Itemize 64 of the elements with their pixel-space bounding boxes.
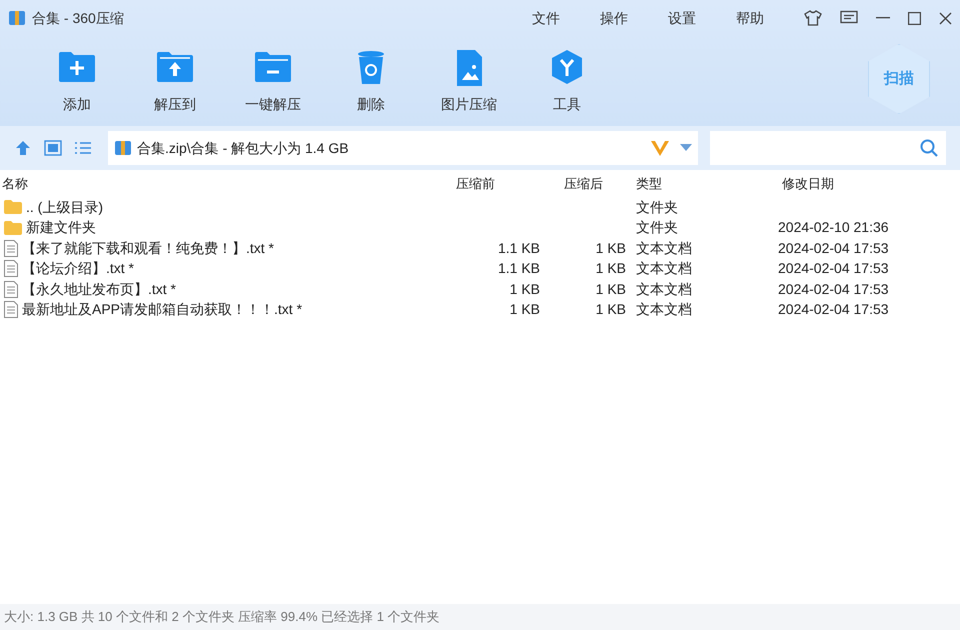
search-icon[interactable] [920, 139, 938, 157]
search-field[interactable] [710, 131, 946, 165]
table-cell-text: 2024-02-04 17:53 [777, 300, 890, 320]
status-bar: 大小: 1.3 GB 共 10 个文件和 2 个文件夹 压缩率 99.4% 已经选择 1 个文件夹 [0, 604, 960, 630]
table-cell-text: 1 KB [594, 300, 626, 320]
menu-item[interactable]: 帮助 [736, 8, 764, 28]
close-icon[interactable] [939, 12, 952, 24]
shirt-icon[interactable] [804, 10, 822, 26]
file-name[interactable]: 【永久地址发布页】.txt * [22, 278, 176, 300]
column-header[interactable]: 修改日期 [776, 174, 926, 194]
table-cell-text: 2024-02-04 17:53 [777, 280, 890, 299]
text-file-icon [4, 260, 18, 278]
table-cell-text: 1.1 KB [496, 259, 540, 278]
archive-icon [114, 139, 132, 157]
column-header[interactable]: 名称 [0, 174, 430, 194]
toolbar-button[interactable]: 一键解压 [224, 48, 322, 115]
file-name[interactable]: 【论坛介绍】.txt * [22, 258, 134, 280]
menu-item[interactable]: 操作 [600, 8, 628, 28]
minimize-icon[interactable] [876, 17, 890, 19]
file-name[interactable]: 最新地址及APP请发邮箱自动获取！！！.txt * [22, 299, 302, 320]
table-cell-text: 2024-02-04 17:53 [777, 238, 890, 258]
dropdown-caret-icon[interactable] [680, 144, 692, 152]
table-cell-text: 2024-02-10 21:36 [777, 218, 890, 238]
table-cell-text: 文本文档 [635, 238, 693, 258]
table-cell-text: 2024-02-04 17:53 [777, 259, 890, 278]
table-cell-text: 1 KB [594, 238, 626, 258]
toolbar-button[interactable]: 图片压缩 [420, 48, 518, 115]
v-logo-icon[interactable] [650, 139, 670, 157]
table-cell-text: 文本文档 [635, 300, 693, 320]
up-arrow-icon[interactable] [14, 139, 32, 157]
table-cell-text: 文本文档 [635, 259, 693, 278]
text-file-icon [4, 240, 18, 257]
toolbar-button[interactable]: 添加 [28, 48, 126, 115]
table-cell-text: 1.1 KB [496, 238, 540, 258]
text-file-icon [4, 280, 18, 298]
toolbar-button[interactable]: 解压到 [126, 48, 224, 115]
table-cell-text: 文件夹 [635, 198, 679, 217]
window-title: 合集 - 360压缩 [32, 8, 124, 28]
menu-item[interactable]: 设置 [668, 8, 696, 28]
table-cell-text: 1 KB [594, 259, 626, 278]
address-path: 合集.zip\合集 - 解包大小为 1.4 GB [137, 138, 349, 158]
thumbnail-view-icon[interactable] [44, 140, 62, 156]
column-header[interactable]: 类型 [628, 174, 776, 194]
column-header[interactable]: 压缩前 [430, 174, 540, 194]
folder-icon [4, 220, 22, 235]
maximize-icon[interactable] [908, 12, 921, 24]
address-bar[interactable]: 合集.zip\合集 - 解包大小为 1.4 GB [108, 131, 698, 165]
app-icon [8, 9, 26, 27]
file-name[interactable]: 新建文件夹 [26, 217, 96, 238]
list-view-icon[interactable] [74, 141, 92, 155]
folder-icon [4, 200, 22, 214]
table-cell-text: 1 KB [508, 280, 540, 299]
table-cell-text: 文本文档 [635, 280, 693, 299]
table-cell-text: 文件夹 [635, 218, 679, 238]
toolbar-button[interactable]: 删除 [322, 48, 420, 115]
file-name[interactable]: .. (上级目录) [26, 196, 103, 218]
toolbar-button[interactable]: 工具 [518, 48, 616, 115]
column-header[interactable]: 压缩后 [540, 174, 628, 194]
table-cell-text: 1 KB [508, 300, 540, 320]
text-file-icon [4, 301, 18, 318]
message-icon[interactable] [840, 10, 858, 26]
menu-item[interactable]: 文件 [532, 8, 560, 28]
file-name[interactable]: 【来了就能下载和观看！纯免费！】.txt * [22, 238, 274, 259]
table-cell-text: 1 KB [594, 280, 626, 299]
